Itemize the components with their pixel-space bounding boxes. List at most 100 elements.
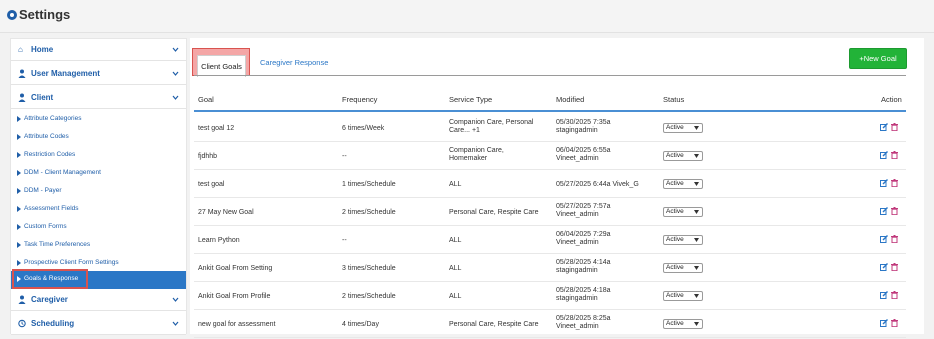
edit-icon[interactable]: [880, 207, 888, 215]
status-select[interactable]: Active: [663, 291, 703, 301]
sidebar-subitem-attribute-categories[interactable]: Attribute Categories: [11, 111, 186, 129]
status-select[interactable]: Active: [663, 123, 703, 133]
column-header-status[interactable]: Status: [663, 95, 684, 104]
table-row: test goal 12 6 times/Week Companion Care, …: [194, 114, 906, 142]
cell-goal: Learn Python: [198, 237, 240, 244]
table-row: Learn Python -- ALL 06/04/2025 7:29a Vineet_…: [194, 226, 906, 254]
edit-icon[interactable]: [880, 291, 888, 299]
cell-frequency: 4 times/Day: [342, 321, 379, 328]
sidebar-item-label: Caregiver: [31, 295, 68, 304]
table-row: Ankit Goal From Profile 2 times/Schedule A…: [194, 282, 906, 310]
sidebar-subitem-label: Prospective Client Form Settings: [24, 259, 119, 266]
sidebar-subitem-label: Attribute Codes: [24, 133, 69, 140]
edit-icon[interactable]: [880, 319, 888, 327]
caret-right-icon: [17, 260, 21, 266]
sidebar-item-scheduling[interactable]: Scheduling: [11, 313, 186, 335]
caret-right-icon: [17, 170, 21, 176]
sidebar-subitem-task-time-preferences[interactable]: Task Time Preferences: [11, 237, 186, 255]
chevron-down-icon: [172, 297, 179, 302]
cell-service-type: ALL: [449, 181, 462, 188]
caret-right-icon: [17, 152, 21, 158]
user-icon: [18, 93, 26, 102]
sidebar-subitem-label: Attribute Categories: [24, 115, 82, 122]
edit-icon[interactable]: [880, 179, 888, 187]
table-row: Ankit Goal From Setting 3 times/Schedule A…: [194, 254, 906, 282]
sidebar-item-client[interactable]: Client: [11, 87, 186, 109]
sidebar-subitem-label: DDM - Payer: [24, 187, 62, 194]
table-row: new goal for assessment 4 times/Day Person…: [194, 310, 906, 338]
trash-icon[interactable]: [891, 179, 898, 187]
trash-icon[interactable]: [891, 151, 898, 159]
status-select[interactable]: Active: [663, 319, 703, 329]
status-select[interactable]: Active: [663, 151, 703, 161]
trash-icon[interactable]: [891, 319, 898, 327]
edit-icon[interactable]: [880, 123, 888, 131]
status-select-value: Active: [666, 208, 684, 215]
sidebar-subitem-custom-forms[interactable]: Custom Forms: [11, 219, 186, 237]
trash-icon[interactable]: [891, 123, 898, 131]
sidebar-subitem-goals-response[interactable]: Goals & Response: [11, 271, 186, 289]
chevron-down-icon: [694, 294, 699, 298]
trash-icon[interactable]: [891, 207, 898, 215]
trash-icon[interactable]: [891, 291, 898, 299]
cell-frequency: --: [342, 153, 347, 160]
status-select[interactable]: Active: [663, 235, 703, 245]
tab-client-goals[interactable]: Client Goals: [192, 48, 250, 77]
sidebar-subitem-attribute-codes[interactable]: Attribute Codes: [11, 129, 186, 147]
cell-goal: Ankit Goal From Profile: [198, 293, 271, 300]
chevron-down-icon: [694, 154, 699, 158]
sidebar-subitem-label: Goals & Response: [24, 275, 79, 282]
status-select-value: Active: [666, 292, 684, 299]
cell-goal: Ankit Goal From Setting: [198, 265, 273, 272]
chevron-down-icon: [694, 322, 699, 326]
chevron-down-icon: [694, 182, 699, 186]
trash-icon[interactable]: [891, 235, 898, 243]
status-select-value: Active: [666, 152, 684, 159]
edit-icon[interactable]: [880, 263, 888, 271]
table-row: test goal 1 times/Schedule ALL 05/27/2025 6…: [194, 170, 906, 198]
caret-right-icon: [17, 188, 21, 194]
cell-modified: Vineet_admin: [556, 211, 599, 218]
column-header-goal[interactable]: Goal: [198, 95, 214, 104]
status-select-value: Active: [666, 180, 684, 187]
sidebar: ⌂ Home User Management Client Attribute …: [10, 38, 187, 335]
sidebar-item-user-management[interactable]: User Management: [11, 63, 186, 85]
column-header-frequency[interactable]: Frequency: [342, 95, 377, 104]
cell-modified: Vineet_admin: [556, 155, 599, 162]
chevron-down-icon: [694, 238, 699, 242]
sidebar-item-caregiver[interactable]: Caregiver: [11, 289, 186, 311]
edit-icon[interactable]: [880, 151, 888, 159]
tab-caregiver-response[interactable]: Caregiver Response: [260, 58, 328, 67]
column-header-service-type[interactable]: Service Type: [449, 95, 492, 104]
caret-right-icon: [17, 134, 21, 140]
sidebar-subitem-label: Restriction Codes: [24, 151, 76, 158]
caret-right-icon: [17, 224, 21, 230]
cell-service-type: ALL: [449, 293, 462, 300]
new-goal-button[interactable]: +New Goal: [849, 48, 907, 69]
main-panel: Client Goals Caregiver Response +New Goa…: [190, 38, 924, 338]
chevron-down-icon: [172, 71, 179, 76]
sidebar-item-label: User Management: [31, 69, 100, 78]
cell-goal: test goal 12: [198, 125, 235, 132]
status-select[interactable]: Active: [663, 263, 703, 273]
table-row: 27 May New Goal 2 times/Schedule Personal …: [194, 198, 906, 226]
cell-service-type: ALL: [449, 237, 462, 244]
tab-divider: [194, 75, 906, 76]
user-icon: [18, 69, 26, 78]
status-select-value: Active: [666, 124, 684, 131]
cell-service-type: ALL: [449, 265, 462, 272]
column-header-modified[interactable]: Modified: [556, 95, 584, 104]
sidebar-subitem-ddm-client-management[interactable]: DDM - Client Management: [11, 165, 186, 183]
cell-service-type: Care... +1: [449, 127, 480, 134]
status-select[interactable]: Active: [663, 207, 703, 217]
sidebar-subitem-ddm-payer[interactable]: DDM - Payer: [11, 183, 186, 201]
user-icon: [18, 295, 26, 304]
gear-icon: [7, 10, 17, 20]
edit-icon[interactable]: [880, 235, 888, 243]
sidebar-subitem-assessment-fields[interactable]: Assessment Fields: [11, 201, 186, 219]
sidebar-subitem-restriction-codes[interactable]: Restriction Codes: [11, 147, 186, 165]
cell-modified: stagingadmin: [556, 295, 598, 302]
trash-icon[interactable]: [891, 263, 898, 271]
sidebar-item-home[interactable]: ⌂ Home: [11, 39, 186, 61]
status-select[interactable]: Active: [663, 179, 703, 189]
